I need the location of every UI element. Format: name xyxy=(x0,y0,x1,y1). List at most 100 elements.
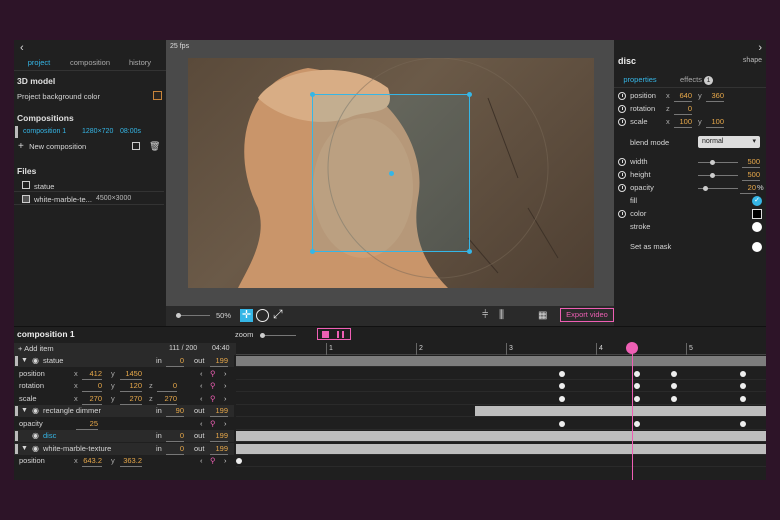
blend-mode-select[interactable]: normal ▾ xyxy=(698,136,760,148)
collapse-icon[interactable]: ▼ xyxy=(21,355,28,367)
keyframe-clock-icon[interactable] xyxy=(618,92,626,101)
stroke-checkbox[interactable] xyxy=(752,222,762,232)
property-row[interactable]: scale x 270 y 270 z 270 ‹ ⚲ › xyxy=(14,393,234,405)
rotate-tool-icon[interactable] xyxy=(256,309,269,322)
trash-icon[interactable]: 🗑 xyxy=(149,141,160,152)
y-input[interactable]: 363.2 xyxy=(120,456,142,467)
layer-row[interactable]: ▼ ◉ white-marble-texture in 0 out 199 xyxy=(14,442,234,455)
resize-handle[interactable] xyxy=(467,92,472,97)
keyframe-clock-icon[interactable] xyxy=(618,210,626,219)
mask-checkbox[interactable] xyxy=(752,242,762,252)
x-input[interactable]: 270 xyxy=(82,394,102,405)
z-input[interactable]: 0 xyxy=(157,381,177,392)
position-x-input[interactable]: 640 xyxy=(674,91,692,102)
prev-keyframe-icon[interactable]: ‹ xyxy=(200,368,203,380)
height-input[interactable]: 500 xyxy=(742,170,760,181)
eye-icon[interactable]: ◉ xyxy=(32,443,39,455)
property-row[interactable]: position x 643.2 y 363.2 ‹ ⚲ › xyxy=(14,455,234,467)
keyframe-link-icon[interactable]: ⚲ xyxy=(210,418,216,430)
canvas-image[interactable] xyxy=(188,58,594,288)
next-keyframe-icon[interactable]: › xyxy=(224,455,227,467)
pause-icon[interactable] xyxy=(337,331,339,338)
property-value-input[interactable]: 25 xyxy=(76,419,98,430)
keyframe-clock-icon[interactable] xyxy=(618,184,626,193)
tab-effects[interactable]: effects 1 xyxy=(680,75,714,85)
property-row[interactable]: rotation x 0 y 120 z 0 ‹ ⚲ › xyxy=(14,380,234,392)
keyframe-dot[interactable] xyxy=(670,395,677,402)
align-icon[interactable]: ⫩ xyxy=(482,309,488,322)
keyframe-dot[interactable] xyxy=(633,370,640,377)
collapse-icon[interactable]: ▼ xyxy=(21,405,28,417)
keyframe-link-icon[interactable]: ⚲ xyxy=(210,380,216,392)
keyframe-dot[interactable] xyxy=(739,383,746,389)
tab-composition[interactable]: composition xyxy=(68,58,112,67)
in-input[interactable]: 90 xyxy=(166,406,184,417)
width-slider[interactable] xyxy=(698,160,738,165)
move-tool-icon[interactable]: ✛ xyxy=(240,309,253,322)
collapse-icon[interactable]: ▼ xyxy=(21,443,28,455)
composition-item[interactable]: composition 1 1280×720 08:00s xyxy=(14,126,166,138)
keyframe-dot[interactable] xyxy=(633,420,640,427)
in-input[interactable]: 0 xyxy=(166,444,184,455)
scale-x-input[interactable]: 100 xyxy=(674,117,692,128)
next-keyframe-icon[interactable]: › xyxy=(224,368,227,380)
grid-icon[interactable]: ▦ xyxy=(538,310,547,321)
keyframe-clock-icon[interactable] xyxy=(618,158,626,167)
export-video-button[interactable]: Export video xyxy=(560,308,614,322)
resize-handle[interactable] xyxy=(310,92,315,97)
opacity-input[interactable]: 20 xyxy=(740,183,756,194)
timeline-zoom-slider[interactable] xyxy=(260,333,296,338)
height-slider[interactable] xyxy=(698,173,738,178)
x-input[interactable]: 643.2 xyxy=(82,456,102,467)
anchor-handle[interactable] xyxy=(389,171,394,176)
layer-row[interactable]: ◉ disc in 0 out 199 xyxy=(14,430,234,442)
next-keyframe-icon[interactable]: › xyxy=(224,380,227,392)
next-keyframe-icon[interactable]: › xyxy=(224,418,227,430)
eye-icon[interactable]: ◉ xyxy=(32,430,39,442)
stop-icon[interactable] xyxy=(322,331,329,338)
eye-icon[interactable]: ◉ xyxy=(32,355,39,367)
keyframe-dot[interactable] xyxy=(739,370,746,377)
in-input[interactable]: 0 xyxy=(166,431,184,442)
out-input[interactable]: 199 xyxy=(210,356,228,367)
prev-keyframe-icon[interactable]: ‹ xyxy=(200,380,203,392)
width-input[interactable]: 500 xyxy=(742,157,760,168)
chevron-right-icon[interactable]: › xyxy=(758,42,762,54)
next-keyframe-icon[interactable]: › xyxy=(224,393,227,405)
file-item[interactable]: statue xyxy=(14,180,164,192)
property-row[interactable]: position x 412 y 1450 ‹ ⚲ › xyxy=(14,368,234,380)
layer-clip[interactable] xyxy=(236,356,766,366)
keyframe-clock-icon[interactable] xyxy=(618,171,626,180)
chevron-left-icon[interactable]: ‹ xyxy=(20,42,24,54)
zoom-slider[interactable] xyxy=(176,313,210,318)
slider-knob[interactable] xyxy=(176,313,181,318)
keyframe-dot[interactable] xyxy=(559,370,566,377)
file-item[interactable]: white-marble-te... 4500×3000 xyxy=(14,193,164,205)
out-input[interactable]: 199 xyxy=(210,431,228,442)
keyframe-clock-icon[interactable] xyxy=(618,118,626,127)
scale-y-input[interactable]: 100 xyxy=(706,117,724,128)
viewport[interactable]: 25 fps xyxy=(166,40,614,326)
property-row[interactable]: opacity 25 ‹ ⚲ › xyxy=(14,418,234,430)
duplicate-icon[interactable] xyxy=(132,142,140,150)
slider-knob[interactable] xyxy=(710,160,715,165)
keyframe-link-icon[interactable]: ⚲ xyxy=(210,393,216,405)
position-y-input[interactable]: 360 xyxy=(706,91,724,102)
new-composition-button[interactable]: + New composition xyxy=(18,141,128,153)
keyframe-dot[interactable] xyxy=(670,370,677,377)
prev-keyframe-icon[interactable]: ‹ xyxy=(200,455,203,467)
keyframe-dot[interactable] xyxy=(670,383,677,389)
fill-checkbox[interactable]: ✓ xyxy=(752,196,762,206)
keyframe-dot[interactable] xyxy=(559,395,566,402)
opacity-slider[interactable] xyxy=(698,186,738,191)
slider-knob[interactable] xyxy=(710,173,715,178)
layer-clip[interactable] xyxy=(236,443,766,454)
layer-row[interactable]: ▼ ◉ statue in 0 out 199 xyxy=(14,355,234,367)
x-input[interactable]: 412 xyxy=(82,369,102,380)
tab-history[interactable]: history xyxy=(124,58,156,67)
color-swatch[interactable] xyxy=(752,209,762,219)
layer-clip[interactable] xyxy=(236,431,766,441)
out-input[interactable]: 199 xyxy=(210,406,228,417)
add-item-button[interactable]: + Add item xyxy=(18,343,54,355)
keyframe-dot[interactable] xyxy=(739,420,746,427)
